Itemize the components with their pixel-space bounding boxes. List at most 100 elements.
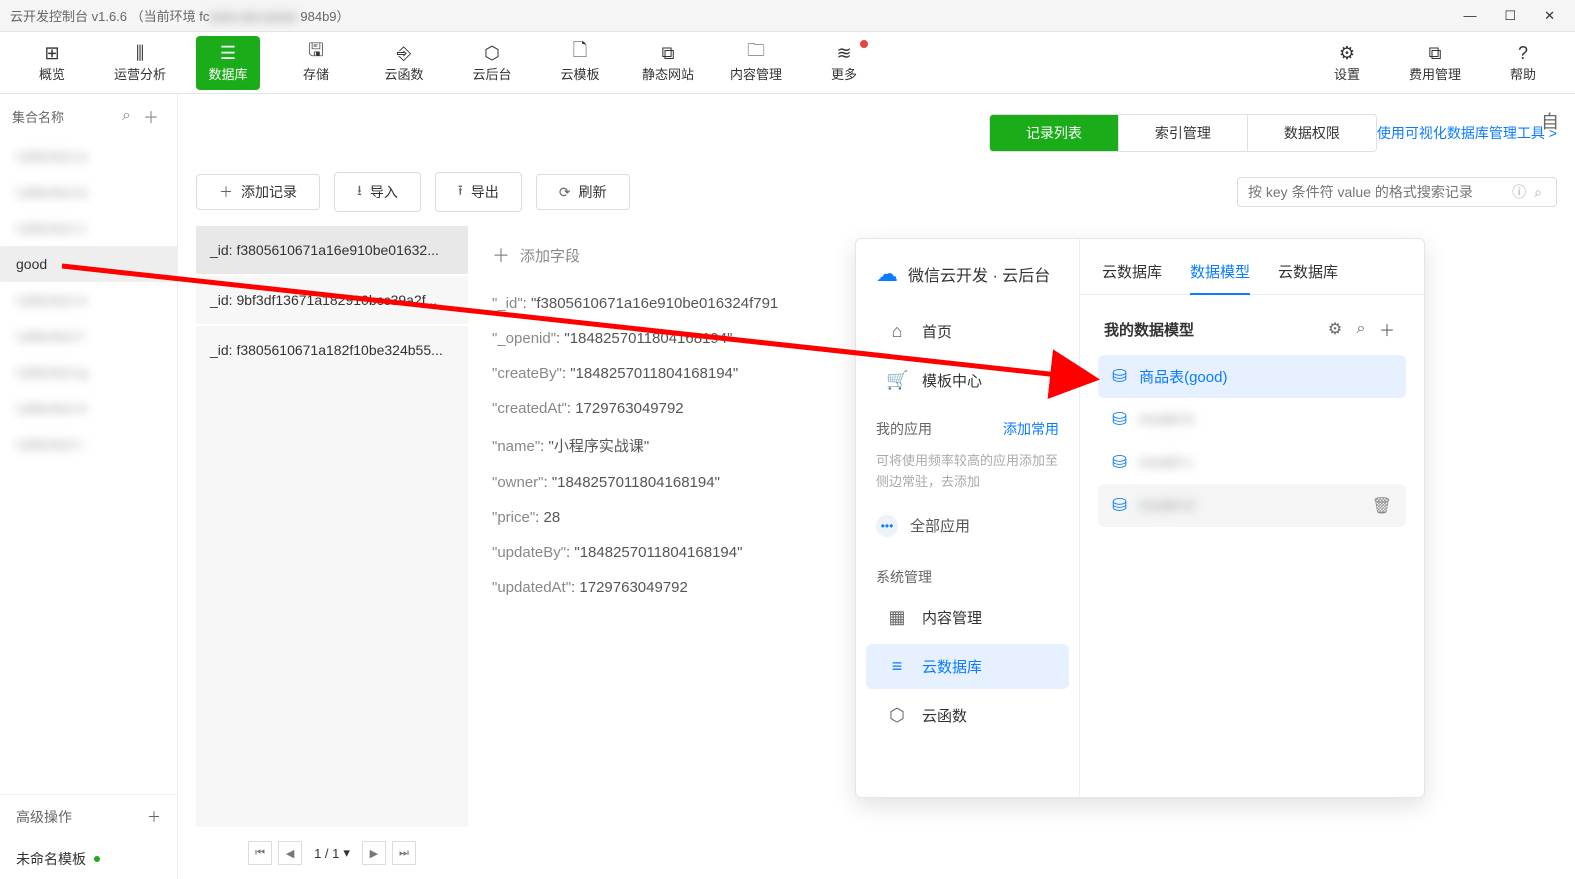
tool-icon: 🗀: [747, 42, 765, 64]
model-item[interactable]: ⛁model-b: [1098, 398, 1406, 441]
tool-icon: 🗋: [573, 42, 587, 64]
collection-item[interactable]: collection-b: [0, 174, 177, 210]
tool-icon: ⧉: [662, 42, 675, 64]
export-button[interactable]: ⭱导出: [435, 172, 522, 212]
toolbar-云模板[interactable]: 🗋云模板: [548, 36, 612, 90]
search-input-wrap[interactable]: ⓘ ⌕: [1237, 177, 1557, 207]
toolbar-更多[interactable]: ≋更多: [812, 36, 876, 90]
panel-tab-2[interactable]: 云数据库: [1278, 253, 1338, 294]
toolbar-帮助[interactable]: ?帮助: [1491, 36, 1555, 90]
panel-tabs: 云数据库数据模型云数据库: [1080, 239, 1424, 295]
tool-icon: ?: [1518, 42, 1528, 64]
add-model-icon[interactable]: ＋: [1374, 317, 1400, 341]
db-table-icon: ⛁: [1112, 495, 1127, 516]
record-list: _id: f3805610671a16e910be01632..._id: 9b…: [196, 226, 468, 879]
panel-brand: ☁ 微信云开发 · 云后台: [856, 255, 1079, 307]
add-record-button[interactable]: ＋添加记录: [196, 174, 320, 210]
collection-list: collection-acollection-bcollection-cgood…: [0, 138, 177, 462]
add-common-link[interactable]: 添加常用: [1003, 419, 1059, 439]
my-model-head: 我的数据模型: [1104, 319, 1194, 340]
toolbar-静态网站[interactable]: ⧉静态网站: [636, 36, 700, 90]
template-item[interactable]: 未命名模板: [0, 839, 177, 879]
nav-content-mgmt[interactable]: ▦内容管理: [866, 595, 1069, 640]
model-item[interactable]: ⛁商品表(good): [1098, 355, 1406, 398]
last-page-button[interactable]: ⏭: [392, 841, 416, 865]
toolbar-云后台[interactable]: ⬡云后台: [460, 36, 524, 90]
record-item[interactable]: _id: f3805610671a16e910be01632...: [196, 226, 468, 274]
window-title: 云开发控制台 v1.6.6 （当前环境 fcxxxx-xxx-xxxxx-984…: [10, 6, 1463, 25]
model-item[interactable]: ⛁model-d🗑: [1098, 484, 1406, 527]
toolbar-云函数[interactable]: ⎆云函数: [372, 36, 436, 90]
add-collection-icon[interactable]: ＋: [137, 104, 165, 128]
tool-icon: 🖫: [308, 42, 323, 64]
subtab-索引管理[interactable]: 索引管理: [1119, 115, 1248, 151]
content-icon: ▦: [886, 607, 908, 628]
tool-icon: ≋: [836, 42, 851, 64]
info-icon[interactable]: ⓘ: [1508, 182, 1530, 202]
collection-item[interactable]: collection-f: [0, 318, 177, 354]
upload-icon: ⭱: [458, 180, 463, 204]
plus-icon: ＋: [492, 242, 510, 268]
sys-mgmt-head: 系统管理: [876, 567, 932, 587]
plus-icon: ＋: [219, 182, 233, 202]
add-template-icon[interactable]: ＋: [147, 807, 161, 827]
first-page-button[interactable]: ⏮: [248, 841, 272, 865]
close-icon[interactable]: ✕: [1544, 8, 1555, 24]
collection-item[interactable]: collection-c: [0, 210, 177, 246]
minimize-icon[interactable]: —: [1463, 8, 1476, 24]
advanced-ops-header: 高级操作 ＋: [0, 795, 177, 839]
search-icon[interactable]: ⌕: [1348, 320, 1374, 338]
db-subtabs: 记录列表索引管理数据权限: [989, 114, 1377, 152]
collection-item[interactable]: collection-h: [0, 390, 177, 426]
external-sidebar-char: 自: [1525, 96, 1575, 134]
trash-icon[interactable]: 🗑: [1372, 496, 1392, 516]
collection-item[interactable]: collection-e: [0, 282, 177, 318]
toolbar-运营分析[interactable]: ⫼运营分析: [108, 36, 172, 90]
collection-item[interactable]: collection-a: [0, 138, 177, 174]
toolbar-数据库[interactable]: ☰数据库: [196, 36, 260, 90]
nav-cloud-fn[interactable]: ⬡云函数: [866, 693, 1069, 738]
prev-page-button[interactable]: ◀: [278, 841, 302, 865]
main-toolbar: ⊞概览 ⫼运营分析 ☰数据库 🖫存储 ⎆云函数 ⬡云后台 🗋云模板 ⧉静态网站 🗀内容管理 ≋更多…: [0, 32, 1575, 94]
search-icon[interactable]: ⌕: [1530, 184, 1546, 201]
subtab-记录列表[interactable]: 记录列表: [990, 115, 1119, 151]
toolbar-概览[interactable]: ⊞概览: [20, 36, 84, 90]
maximize-icon[interactable]: ☐: [1504, 8, 1516, 24]
database-icon: ≡: [886, 656, 908, 677]
next-page-button[interactable]: ▶: [362, 841, 386, 865]
panel-tab-1[interactable]: 数据模型: [1190, 253, 1250, 294]
gear-icon[interactable]: ⚙: [1322, 319, 1348, 339]
all-apps-button[interactable]: •••全部应用: [856, 499, 1079, 553]
tool-icon: ⧉: [1429, 42, 1442, 64]
my-apps-hint: 可将使用频率较高的应用添加至侧边常驻，去添加: [856, 445, 1079, 499]
refresh-button[interactable]: ⟳刷新: [536, 174, 630, 210]
nav-cloud-db[interactable]: ≡云数据库: [866, 644, 1069, 689]
tool-icon: ⬡: [484, 42, 500, 64]
panel-tab-0[interactable]: 云数据库: [1102, 253, 1162, 294]
record-item[interactable]: _id: f3805610671a182f10be324b55...: [196, 324, 468, 374]
search-input[interactable]: [1248, 184, 1508, 200]
page-info: 1 / 1▾: [308, 845, 356, 861]
collection-item[interactable]: collection-g: [0, 354, 177, 390]
toolbar-存储[interactable]: 🖫存储: [284, 36, 348, 90]
collection-item[interactable]: good: [0, 246, 177, 282]
import-button[interactable]: ⭳导入: [334, 172, 421, 212]
model-item[interactable]: ⛁model-c: [1098, 441, 1406, 484]
subtab-数据权限[interactable]: 数据权限: [1248, 115, 1376, 151]
download-icon: ⭳: [357, 180, 362, 204]
toolbar-费用管理[interactable]: ⧉费用管理: [1403, 36, 1467, 90]
tool-icon: ⊞: [44, 42, 59, 64]
record-item[interactable]: _id: 9bf3df13671a182910bcc39a2f...: [196, 274, 468, 324]
search-icon[interactable]: ⌕: [116, 107, 137, 125]
function-icon: ⬡: [886, 705, 908, 726]
home-icon: ⌂: [886, 321, 908, 342]
collections-label: 集合名称: [12, 107, 116, 126]
toolbar-内容管理[interactable]: 🗀内容管理: [724, 36, 788, 90]
nav-templates[interactable]: 🛒模板中心: [866, 358, 1069, 403]
collections-header: 集合名称 ⌕ ＋: [0, 94, 177, 138]
collection-item[interactable]: collection-i: [0, 426, 177, 462]
toolbar-设置[interactable]: ⚙设置: [1315, 36, 1379, 90]
nav-home[interactable]: ⌂首页: [866, 309, 1069, 354]
more-icon: •••: [876, 515, 898, 537]
notification-dot-icon: [860, 40, 868, 48]
